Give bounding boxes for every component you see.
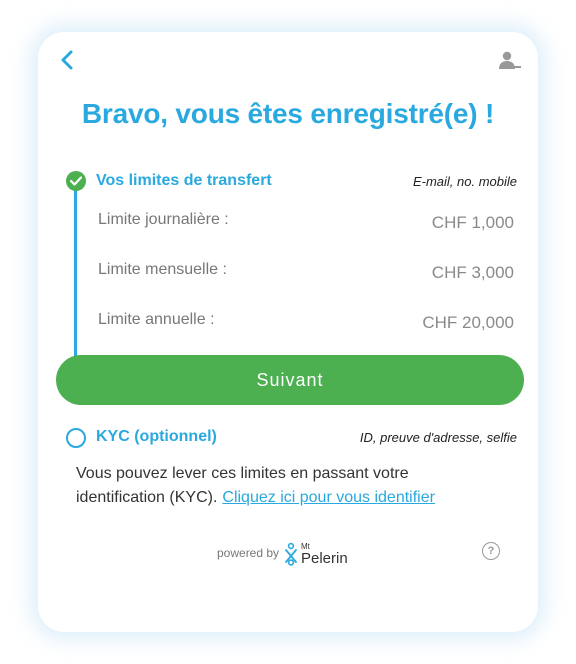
next-button[interactable]: Suivant <box>56 355 524 405</box>
daily-limit-label: Limite journalière : <box>98 211 229 228</box>
pelerin-logo-icon <box>285 542 297 566</box>
kyc-hint: ID, preuve d'adresse, selfie <box>359 430 517 445</box>
kyc-radio[interactable] <box>66 428 86 448</box>
kyc-title: KYC (optionnel) <box>96 428 217 445</box>
kyc-identify-link[interactable]: Cliquez ici pour vous identifier <box>222 489 435 506</box>
transfer-limits-title: Vos limites de transfert <box>96 172 272 189</box>
check-icon <box>66 171 86 191</box>
transfer-limits-hint: E-mail, no. mobile <box>412 174 517 189</box>
monthly-limit-label: Limite mensuelle : <box>98 261 227 278</box>
progress-line <box>74 190 77 356</box>
user-logout-icon[interactable] <box>498 50 522 72</box>
powered-by-text: powered by <box>217 546 280 560</box>
kyc-description: Vous pouvez lever ces limites en passant… <box>76 462 496 510</box>
back-arrow-icon[interactable] <box>58 48 78 72</box>
monthly-limit-value: CHF 3,000 <box>431 263 514 282</box>
page-title: Bravo, vous êtes enregistré(e) ! <box>81 98 495 129</box>
brand-name: Pelerin <box>301 549 348 567</box>
help-icon[interactable]: ? <box>482 542 500 560</box>
daily-limit-value: CHF 1,000 <box>431 213 514 232</box>
annual-limit-label: Limite annuelle : <box>98 311 215 328</box>
pelerin-logo[interactable]: Mt Pelerin <box>284 540 348 568</box>
annual-limit-value: CHF 20,000 <box>422 313 514 332</box>
